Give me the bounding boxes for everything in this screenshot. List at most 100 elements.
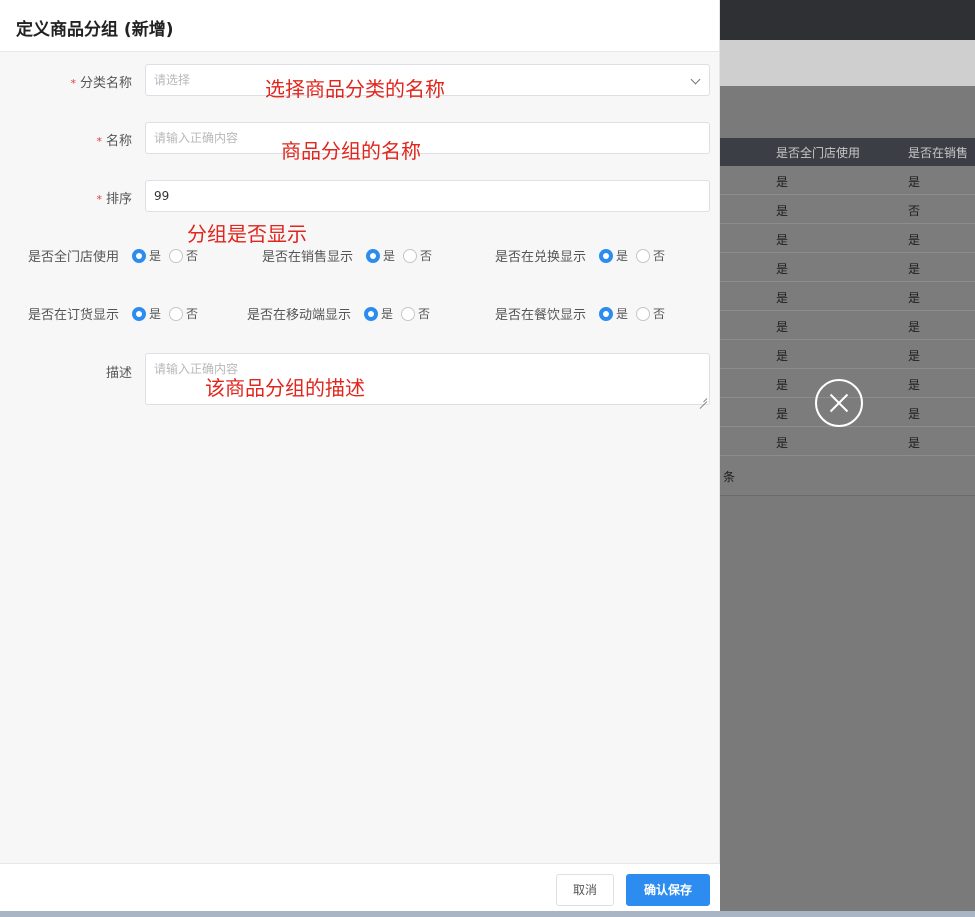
radio-yes[interactable]: 是	[132, 305, 161, 322]
radio-group-sales-display: 是否在销售显示 是 否	[262, 246, 432, 265]
radio-yes[interactable]: 是	[599, 305, 628, 322]
table-header-cell: 是否全门店使用	[776, 146, 861, 160]
name-label: * 名称	[0, 130, 132, 149]
radio-checked-icon	[132, 306, 147, 321]
table-cell: 是	[776, 262, 789, 276]
annotation-description: 该商品分组的描述	[205, 376, 365, 400]
table-row: 是是	[700, 282, 975, 311]
table-cell: 是	[776, 407, 789, 421]
radio-label: 是否在兑换显示	[495, 250, 587, 265]
save-button[interactable]: 确认保存	[626, 874, 710, 906]
radio-label: 是否在餐饮显示	[495, 308, 587, 323]
table-row: 是是	[700, 340, 975, 369]
name-placeholder: 请输入正确内容	[154, 131, 239, 145]
table-cell: 是	[776, 204, 789, 218]
annotation-display: 分组是否显示	[187, 222, 307, 246]
sort-label-text: 排序	[105, 192, 132, 207]
radio-checked-icon	[132, 248, 147, 263]
name-input[interactable]: 请输入正确内容	[145, 122, 710, 154]
table-cell: 是	[908, 175, 921, 189]
radio-no[interactable]: 否	[169, 247, 198, 264]
radio-checked-icon	[599, 248, 614, 263]
cancel-button[interactable]: 取消	[556, 874, 614, 906]
table-cell: 否	[908, 204, 921, 218]
radio-group-mobile-display: 是否在移动端显示 是 否	[247, 304, 430, 323]
radio-label: 是否在订货显示	[28, 308, 120, 323]
radio-no-label: 否	[653, 249, 666, 263]
radio-unchecked-icon	[636, 248, 651, 263]
table-cell: 是	[776, 378, 789, 392]
radio-yes-label: 是	[616, 249, 629, 263]
radio-unchecked-icon	[401, 306, 416, 321]
radio-yes[interactable]: 是	[364, 305, 393, 322]
drawer-header: 定义商品分组 (新增)	[0, 0, 719, 52]
table-cell: 是	[908, 320, 921, 334]
sort-value: 99	[154, 189, 170, 203]
radio-checked-icon	[364, 306, 379, 321]
radio-group-catering-display: 是否在餐饮显示 是 否	[495, 304, 665, 323]
radio-yes-label: 是	[381, 307, 394, 321]
table-cell: 是	[908, 233, 921, 247]
table-row: 是否	[700, 195, 975, 224]
category-placeholder: 请选择	[154, 73, 191, 87]
table-footer: 条	[700, 456, 975, 496]
table-cell: 是	[776, 320, 789, 334]
drawer-panel: 定义商品分组 (新增) * 分类名称 请选择 * 名称 请输入正确内容 * 排序 99…	[0, 0, 720, 911]
radio-group-exchange-display: 是否在兑换显示 是 否	[495, 246, 665, 265]
annotation-name: 商品分组的名称	[281, 139, 421, 163]
radio-unchecked-icon	[403, 248, 418, 263]
radio-no[interactable]: 否	[636, 305, 665, 322]
radio-no-label: 否	[653, 307, 666, 321]
radio-yes-label: 是	[383, 249, 396, 263]
radio-yes[interactable]: 是	[599, 247, 628, 264]
close-icon[interactable]	[815, 379, 863, 427]
radio-yes-label: 是	[616, 307, 629, 321]
drawer-title: 定义商品分组 (新增)	[16, 20, 174, 40]
radio-label: 是否在销售显示	[262, 250, 354, 265]
table-cell: 是	[776, 175, 789, 189]
sort-input[interactable]: 99	[145, 180, 710, 212]
radio-no[interactable]: 否	[636, 247, 665, 264]
radio-checked-icon	[366, 248, 381, 263]
radio-unchecked-icon	[169, 248, 184, 263]
radio-group-all-stores: 是否全门店使用 是 否	[28, 246, 198, 265]
radio-no-label: 否	[186, 307, 199, 321]
required-mark: *	[96, 135, 102, 148]
category-label: * 分类名称	[0, 72, 132, 91]
name-label-text: 名称	[105, 134, 132, 149]
radio-checked-icon	[599, 306, 614, 321]
table-cell: 是	[776, 436, 789, 450]
required-mark: *	[96, 193, 102, 206]
table-header-cell: 是否在销售	[908, 146, 969, 160]
table-cell: 是	[908, 378, 921, 392]
radio-no-label: 否	[418, 307, 431, 321]
category-label-text: 分类名称	[79, 76, 132, 91]
chevron-down-icon	[690, 74, 701, 85]
radio-group-order-display: 是否在订货显示 是 否	[28, 304, 198, 323]
radio-yes[interactable]: 是	[132, 247, 161, 264]
table-row: 是是	[700, 427, 975, 456]
table-cell: 是	[776, 291, 789, 305]
radio-yes-label: 是	[149, 249, 162, 263]
resize-handle-icon[interactable]	[699, 394, 707, 402]
radio-label: 是否在移动端显示	[247, 308, 352, 323]
table-row: 是是	[700, 166, 975, 195]
annotation-category: 选择商品分类的名称	[265, 77, 445, 101]
radio-no[interactable]: 否	[401, 305, 430, 322]
drawer-footer: 取消 确认保存	[0, 863, 720, 911]
description-label: 描述	[105, 366, 132, 381]
radio-yes-label: 是	[149, 307, 162, 321]
pagination-text: 条	[723, 470, 736, 484]
table-cell: 是	[908, 349, 921, 363]
table-cell: 是	[776, 349, 789, 363]
radio-no[interactable]: 否	[169, 305, 198, 322]
table-cell: 是	[908, 407, 921, 421]
table-cell: 是	[908, 262, 921, 276]
radio-yes[interactable]: 是	[366, 247, 395, 264]
table-row: 是是	[700, 224, 975, 253]
background-table: 是否全门店使用 是否在销售 是是 是否 是是 是是 是是 是是 是是 是是 是是…	[700, 138, 975, 496]
radio-no-label: 否	[186, 249, 199, 263]
radio-no[interactable]: 否	[403, 247, 432, 264]
required-mark: *	[70, 77, 76, 90]
radio-unchecked-icon	[636, 306, 651, 321]
